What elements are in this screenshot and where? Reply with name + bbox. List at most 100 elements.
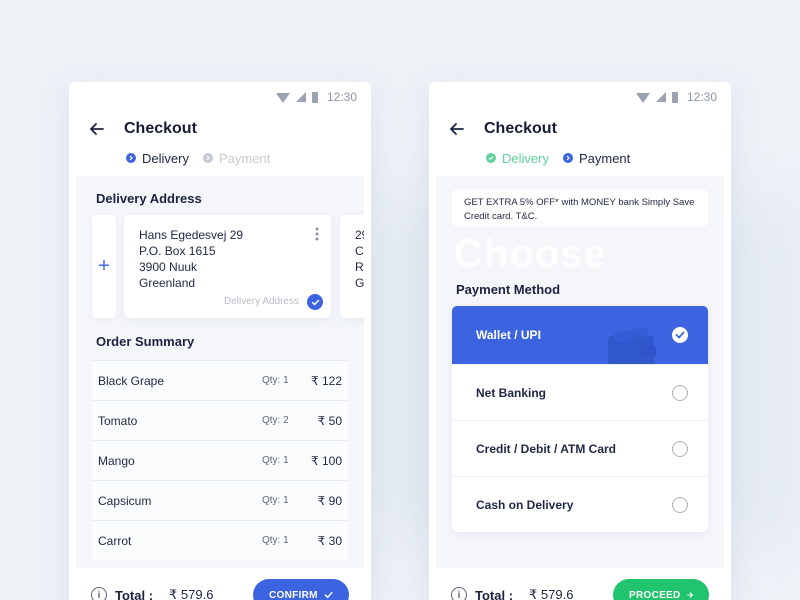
step-payment[interactable]: Payment bbox=[202, 150, 271, 166]
address-line: Hans Egedesvej 29 bbox=[139, 228, 244, 242]
checkout-bottom-bar: i Total : ₹ 579.6 PROCEED bbox=[429, 568, 731, 600]
checkout-bottom-bar: i Total : ₹ 579.6 CONFIRM bbox=[69, 568, 371, 600]
chevron-right-icon bbox=[126, 153, 136, 163]
background-shadow bbox=[735, 190, 790, 550]
address-line: C bbox=[355, 244, 364, 258]
order-item-price: ₹ 90 bbox=[317, 493, 342, 508]
step-delivery[interactable]: Delivery bbox=[126, 151, 189, 166]
app-header: Checkout bbox=[429, 112, 731, 146]
order-item-price: ₹ 30 bbox=[317, 533, 342, 548]
address-line: 3900 Nuuk bbox=[139, 260, 198, 274]
radio-checked-icon bbox=[672, 327, 688, 343]
step-delivery[interactable]: Delivery bbox=[486, 151, 549, 166]
total-value: ₹ 579.6 bbox=[169, 587, 214, 600]
total-label: Total : bbox=[475, 587, 514, 600]
info-icon[interactable]: i bbox=[91, 587, 107, 600]
status-time: 12:30 bbox=[686, 90, 717, 104]
wallet-icon bbox=[608, 328, 656, 364]
chevron-right-icon bbox=[202, 153, 213, 163]
address-tag: Delivery Address bbox=[224, 294, 323, 310]
order-row: Mango Qty: 1 ₹ 100 bbox=[92, 440, 348, 480]
order-item-qty: Qty: 1 bbox=[262, 375, 289, 386]
step-label: Payment bbox=[578, 150, 631, 166]
payment-content: GET EXTRA 5% OFF* with MONEY bank Simply… bbox=[436, 176, 724, 568]
address-card-next[interactable]: 29 C R G bbox=[340, 215, 364, 318]
status-bar: 12:30 bbox=[69, 82, 371, 112]
payment-option-label: Credit / Debit / ATM Card bbox=[476, 441, 617, 456]
back-arrow-icon[interactable] bbox=[449, 121, 465, 137]
order-item-name: Carrot bbox=[98, 533, 132, 548]
order-item-name: Tomato bbox=[98, 413, 138, 428]
payment-option-label: Net Banking bbox=[476, 385, 547, 400]
step-label: Payment bbox=[218, 150, 271, 166]
order-item-price: ₹ 50 bbox=[317, 413, 342, 428]
status-bar: 12:30 bbox=[429, 82, 731, 112]
payment-method-title: Payment Method bbox=[456, 282, 561, 297]
check-icon bbox=[324, 591, 333, 599]
add-address-button[interactable]: + bbox=[92, 215, 116, 318]
step-payment[interactable]: Payment bbox=[562, 150, 631, 166]
plus-icon: + bbox=[98, 255, 110, 277]
info-icon[interactable]: i bbox=[451, 587, 467, 600]
app-header: Checkout bbox=[69, 112, 371, 146]
total-label: Total : bbox=[115, 587, 154, 600]
delivery-screen: 12:30 Checkout Delivery Payment Delivery… bbox=[69, 82, 371, 600]
order-item-price: ₹ 122 bbox=[311, 373, 342, 388]
payment-screen: 12:30 Checkout Delivery Payment GET EXTR… bbox=[429, 82, 731, 600]
page-title: Checkout bbox=[124, 120, 197, 137]
battery-icon bbox=[671, 91, 678, 103]
step-label: Delivery bbox=[142, 150, 189, 166]
payment-method-list: Wallet / UPI Net Banking Credit / Debit … bbox=[452, 306, 708, 532]
confirm-button[interactable]: CONFIRM bbox=[253, 579, 349, 600]
checkout-steps: Delivery Payment bbox=[429, 146, 731, 170]
radio-unchecked-icon bbox=[672, 440, 688, 457]
check-circle-icon bbox=[486, 153, 496, 163]
more-options-icon[interactable] bbox=[315, 227, 319, 241]
step-label: Delivery bbox=[502, 150, 549, 166]
order-item-qty: Qty: 1 bbox=[262, 495, 289, 506]
status-time: 12:30 bbox=[326, 90, 357, 104]
payment-option-net-banking[interactable]: Net Banking bbox=[452, 364, 708, 420]
address-card[interactable]: Hans Egedesvej 29 P.O. Box 1615 3900 Nuu… bbox=[124, 215, 331, 318]
order-summary-title: Order Summary bbox=[96, 334, 195, 349]
address-line: 29 bbox=[355, 228, 364, 242]
payment-option-wallet-upi[interactable]: Wallet / UPI bbox=[452, 306, 708, 364]
delivery-content: Delivery Address + Hans Egedesvej 29 P.O… bbox=[76, 176, 364, 568]
address-line: R bbox=[355, 260, 364, 274]
total-value: ₹ 579.6 bbox=[529, 587, 574, 600]
radio-unchecked-icon bbox=[672, 496, 688, 513]
signal-icon bbox=[295, 92, 306, 102]
address-line: Greenland bbox=[139, 276, 196, 290]
radio-unchecked-icon bbox=[672, 384, 688, 401]
order-row: Tomato Qty: 2 ₹ 50 bbox=[92, 400, 348, 440]
confirm-label: CONFIRM bbox=[269, 589, 318, 600]
order-item-qty: Qty: 1 bbox=[262, 535, 289, 546]
signal-icon bbox=[655, 92, 666, 102]
address-line: G bbox=[355, 276, 364, 290]
chevron-right-icon bbox=[562, 153, 573, 163]
order-item-name: Black Grape bbox=[98, 373, 165, 388]
choose-watermark: Choose bbox=[454, 232, 607, 276]
proceed-label: PROCEED bbox=[629, 589, 681, 600]
address-line: P.O. Box 1615 bbox=[139, 244, 216, 258]
order-row: Black Grape Qty: 1 ₹ 122 bbox=[92, 360, 348, 400]
delivery-address-title: Delivery Address bbox=[96, 191, 202, 206]
promo-text: GET EXTRA 5% OFF* with MONEY bank Simply… bbox=[464, 197, 695, 222]
wifi-icon bbox=[275, 93, 290, 103]
check-circle-icon bbox=[307, 294, 323, 310]
order-row: Carrot Qty: 1 ₹ 30 bbox=[92, 520, 348, 560]
order-item-qty: Qty: 2 bbox=[262, 415, 289, 426]
arrow-right-icon bbox=[686, 592, 693, 598]
payment-option-card[interactable]: Credit / Debit / ATM Card bbox=[452, 420, 708, 476]
payment-option-cash-on-delivery[interactable]: Cash on Delivery bbox=[452, 476, 708, 532]
promo-banner[interactable]: GET EXTRA 5% OFF* with MONEY bank Simply… bbox=[452, 190, 708, 226]
back-arrow-icon[interactable] bbox=[89, 121, 105, 137]
order-row: Capsicum Qty: 1 ₹ 90 bbox=[92, 480, 348, 520]
battery-icon bbox=[311, 91, 318, 103]
page-title: Checkout bbox=[484, 120, 557, 137]
address-tag-label: Delivery Address bbox=[223, 296, 299, 307]
order-list: Black Grape Qty: 1 ₹ 122 Tomato Qty: 2 ₹… bbox=[92, 360, 348, 560]
proceed-button[interactable]: PROCEED bbox=[613, 579, 709, 600]
order-item-name: Capsicum bbox=[98, 493, 152, 508]
wifi-icon bbox=[635, 93, 650, 103]
